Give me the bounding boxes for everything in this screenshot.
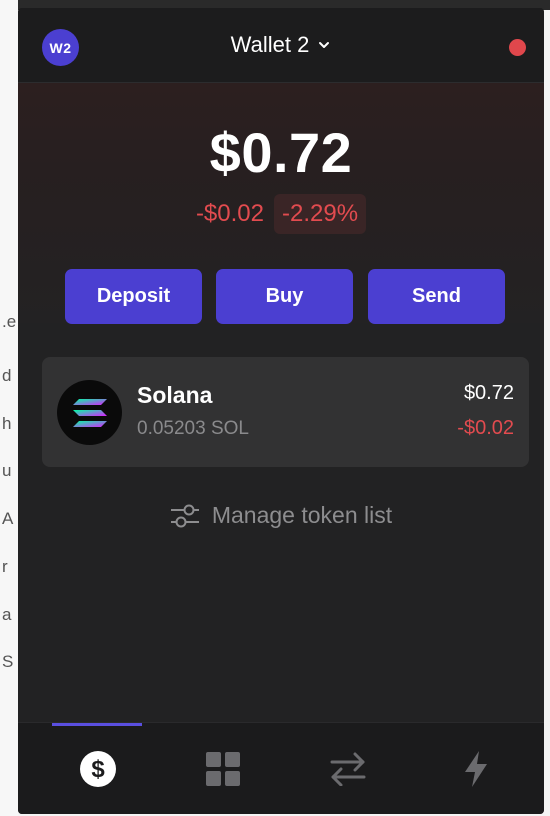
balance-change-usd: -$0.02 xyxy=(195,200,264,227)
token-value-usd: $0.72 xyxy=(463,382,514,404)
background-text-fragment: A xyxy=(2,509,14,528)
background-text-fragment: h xyxy=(2,414,12,433)
action-buttons: Deposit Buy Send xyxy=(65,269,505,325)
tab-swap[interactable] xyxy=(282,723,413,814)
token-row-solana[interactable]: Solana 0.05203 SOL $0.72 -$0.02 xyxy=(42,357,529,467)
background-text-fragment: a xyxy=(2,605,12,624)
wallet-header: W2 Wallet 2 xyxy=(18,8,544,83)
background-text-fragment: r xyxy=(2,557,8,576)
background-text-fragment: u xyxy=(2,461,12,480)
token-amount: 0.05203 SOL xyxy=(137,418,249,439)
connection-status-dot[interactable] xyxy=(509,39,526,56)
sliders-icon xyxy=(170,504,199,527)
wallet-switcher[interactable]: Wallet 2 xyxy=(18,32,544,58)
background-page-left-edge: .e d h u A r a S xyxy=(0,0,18,816)
total-balance: $0.72 xyxy=(209,121,353,184)
token-name: Solana xyxy=(137,382,213,408)
lightning-icon xyxy=(464,751,487,787)
swap-arrows-icon xyxy=(330,752,365,786)
background-text-fragment: d xyxy=(2,366,12,385)
svg-text:$: $ xyxy=(91,756,105,783)
tab-collectibles[interactable] xyxy=(157,723,288,814)
solana-logo-icon xyxy=(57,380,122,445)
manage-token-list-label: Manage token list xyxy=(211,502,393,528)
bottom-tab-bar: $ xyxy=(18,722,544,814)
grid-icon xyxy=(205,752,240,786)
token-change-usd: -$0.02 xyxy=(457,417,514,439)
wallet-name: Wallet 2 xyxy=(230,32,310,57)
chevron-down-icon xyxy=(319,42,330,48)
send-button[interactable]: Send xyxy=(368,269,505,324)
background-text-fragment: S xyxy=(2,652,14,671)
deposit-button[interactable]: Deposit xyxy=(65,269,202,324)
tab-activity[interactable] xyxy=(410,723,541,814)
background-text-fragment: .e xyxy=(2,312,17,331)
dollar-icon: $ xyxy=(79,751,116,787)
balance-change-percent-badge: -2.29% xyxy=(274,194,367,234)
buy-button[interactable]: Buy xyxy=(216,269,353,324)
tab-balances[interactable]: $ xyxy=(32,723,163,814)
balance-change: -$0.02 -2.29% xyxy=(18,194,544,234)
manage-token-list-button[interactable]: Manage token list xyxy=(18,502,544,529)
wallet-popup: W2 Wallet 2 $0.72 -$0.02 -2.29% Deposit … xyxy=(18,8,544,814)
